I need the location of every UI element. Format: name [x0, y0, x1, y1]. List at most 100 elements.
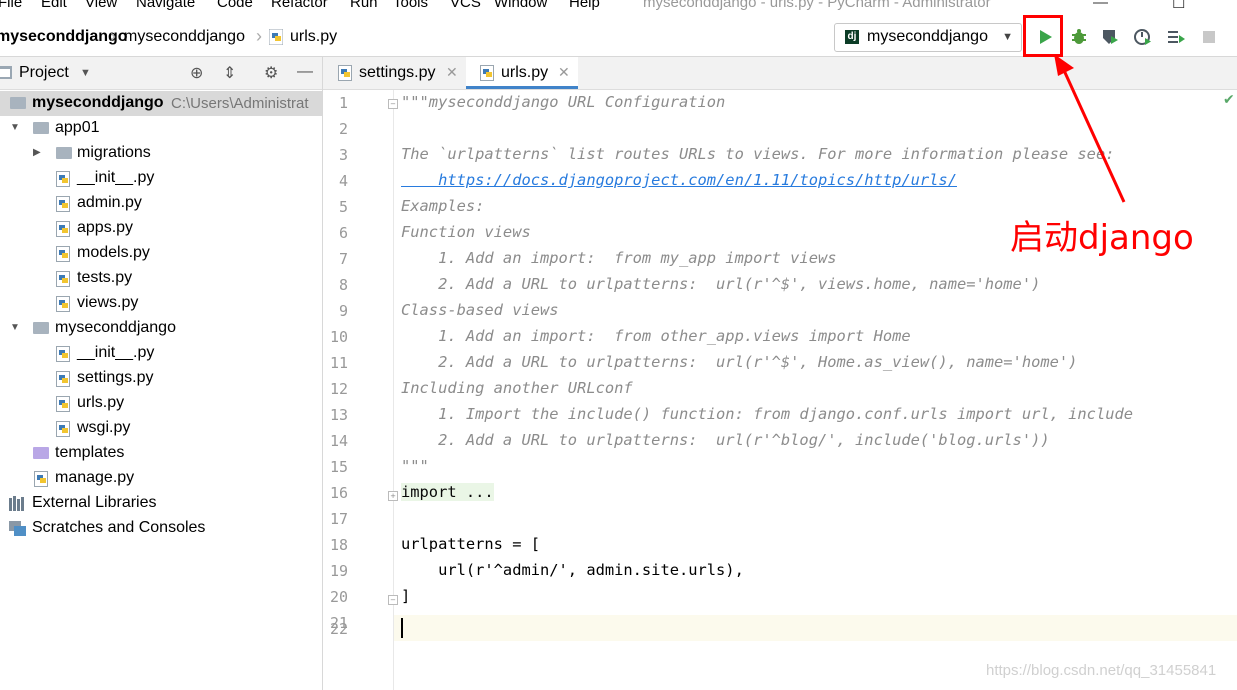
menu-help[interactable]: Help: [569, 0, 600, 11]
scratches-icon: [9, 521, 27, 542]
fold-marker-icon[interactable]: +: [388, 491, 398, 501]
code-line: """: [401, 457, 429, 475]
python-file-icon: [56, 246, 70, 262]
tree-item-file[interactable]: settings.py: [0, 366, 322, 391]
hide-panel-icon[interactable]: —: [297, 63, 313, 81]
fold-marker-icon[interactable]: −: [388, 99, 398, 109]
code-line-link[interactable]: https://docs.djangoproject.com/en/1.11/t…: [401, 171, 957, 189]
tree-item-migrations[interactable]: ▶ migrations: [0, 141, 322, 166]
tree-item-file[interactable]: models.py: [0, 241, 322, 266]
tree-item-label: settings.py: [77, 369, 154, 386]
python-file-icon: [56, 221, 70, 237]
tree-item-file[interactable]: apps.py: [0, 216, 322, 241]
stop-icon[interactable]: [1199, 27, 1219, 47]
collapse-all-icon[interactable]: ⇕: [223, 63, 236, 83]
menu-file[interactable]: File: [0, 0, 22, 11]
python-file-icon: [56, 171, 70, 187]
tree-item-label: myseconddjango: [32, 94, 164, 111]
text-caret: [401, 618, 403, 638]
close-icon[interactable]: ✕: [558, 64, 570, 81]
tree-item-file[interactable]: wsgi.py: [0, 416, 322, 441]
breadcrumb-project[interactable]: myseconddjango: [0, 28, 128, 46]
run-list-icon[interactable]: [1166, 27, 1186, 47]
menu-edit[interactable]: Edit: [41, 0, 67, 11]
locate-icon[interactable]: ⊕: [190, 63, 203, 83]
menu-refactor[interactable]: Refactor: [271, 0, 328, 11]
menu-vcs[interactable]: VCS: [450, 0, 481, 11]
tree-item-package[interactable]: ▼ myseconddjango: [0, 316, 322, 341]
menu-tools[interactable]: Tools: [393, 0, 428, 11]
tree-item-file[interactable]: urls.py: [0, 391, 322, 416]
python-file-icon: [56, 271, 70, 287]
code-line: 2. Add a URL to urlpatterns: url(r'^blog…: [401, 431, 1050, 449]
tree-item-label: migrations: [77, 144, 151, 161]
inspection-ok-icon: ✔: [1223, 92, 1235, 108]
python-file-icon: [480, 65, 494, 86]
tree-item-file[interactable]: views.py: [0, 291, 322, 316]
line-number: 16: [329, 484, 348, 502]
profile-icon[interactable]: [1133, 27, 1153, 47]
menu-run[interactable]: Run: [350, 0, 378, 11]
coverage-icon[interactable]: [1100, 27, 1120, 47]
tree-item-file[interactable]: __init__.py: [0, 166, 322, 191]
code-line: 1. Add an import: from my_app import vie…: [401, 249, 837, 267]
tree-item-file[interactable]: manage.py: [0, 466, 322, 491]
line-number: 1: [338, 94, 348, 112]
tree-item-label: myseconddjango: [55, 319, 176, 336]
python-file-icon: [56, 196, 70, 212]
tree-item-label: Scratches and Consoles: [32, 519, 206, 536]
code-line: urlpatterns = [: [401, 535, 540, 553]
menu-view[interactable]: View: [85, 0, 117, 11]
tree-item-templates[interactable]: templates: [0, 441, 322, 466]
tab-settings[interactable]: settings.py ✕: [323, 57, 463, 89]
tree-item-file[interactable]: __init__.py: [0, 341, 322, 366]
minimize-icon[interactable]: —: [1093, 0, 1108, 11]
menu-navigate[interactable]: Navigate: [136, 0, 195, 11]
python-file-icon: [56, 421, 70, 437]
tree-item-external-libraries[interactable]: External Libraries: [0, 491, 322, 516]
line-number: 17: [329, 510, 348, 528]
run-configuration-select[interactable]: dj myseconddjango ▼: [834, 23, 1022, 52]
tree-item-label: apps.py: [77, 219, 134, 236]
code-line: Class-based views: [401, 301, 559, 319]
menu-code[interactable]: Code: [217, 0, 253, 11]
watermark: https://blog.csdn.net/qq_31455841: [986, 662, 1217, 679]
fold-marker-icon[interactable]: −: [388, 595, 398, 605]
project-view-icon: [0, 66, 12, 84]
project-panel-title[interactable]: Project: [19, 64, 69, 82]
gear-icon[interactable]: ⚙: [264, 63, 278, 83]
tab-urls[interactable]: urls.py ✕: [466, 57, 578, 89]
line-number: 5: [338, 198, 348, 216]
python-file-icon: [56, 396, 70, 412]
code-line: Examples:: [401, 197, 485, 215]
close-icon[interactable]: ✕: [446, 64, 458, 81]
tree-item-label: wsgi.py: [77, 419, 131, 436]
tree-item-app01[interactable]: ▼ app01: [0, 116, 322, 141]
tree-item-label: External Libraries: [32, 494, 157, 511]
maximize-icon[interactable]: ☐: [1172, 0, 1185, 12]
line-number: 12: [329, 380, 348, 398]
chevron-down-icon[interactable]: ▼: [80, 67, 91, 79]
chevron-right-icon[interactable]: ▶: [33, 147, 41, 158]
tree-item-file[interactable]: tests.py: [0, 266, 322, 291]
project-panel: Project ▼ ⊕ ⇕ ⚙ — myseconddjango C:\User…: [0, 57, 323, 690]
breadcrumb-file[interactable]: urls.py: [290, 28, 337, 46]
chevron-down-icon[interactable]: ▼: [10, 122, 20, 133]
chevron-right-icon: ›: [256, 26, 262, 46]
tree-item-file[interactable]: admin.py: [0, 191, 322, 216]
tree-item-label: views.py: [77, 294, 139, 311]
tree-item-label: admin.py: [77, 194, 142, 211]
line-number: 3: [338, 146, 348, 164]
menu-window[interactable]: Window: [494, 0, 547, 11]
line-number: 6: [338, 224, 348, 242]
line-number: 8: [338, 276, 348, 294]
code-line: The `urlpatterns` list routes URLs to vi…: [401, 145, 1115, 163]
code-line-folded-import[interactable]: import ...: [401, 483, 494, 501]
chevron-down-icon[interactable]: ▼: [10, 322, 20, 333]
debug-icon[interactable]: [1069, 27, 1089, 47]
code-line: 1. Add an import: from other_app.views i…: [401, 327, 911, 345]
tree-item-label: __init__.py: [77, 169, 155, 186]
tree-item-root[interactable]: myseconddjango C:\Users\Administrat: [0, 91, 322, 116]
tree-item-scratches[interactable]: Scratches and Consoles: [0, 516, 322, 541]
breadcrumb-package[interactable]: myseconddjango: [124, 28, 245, 46]
